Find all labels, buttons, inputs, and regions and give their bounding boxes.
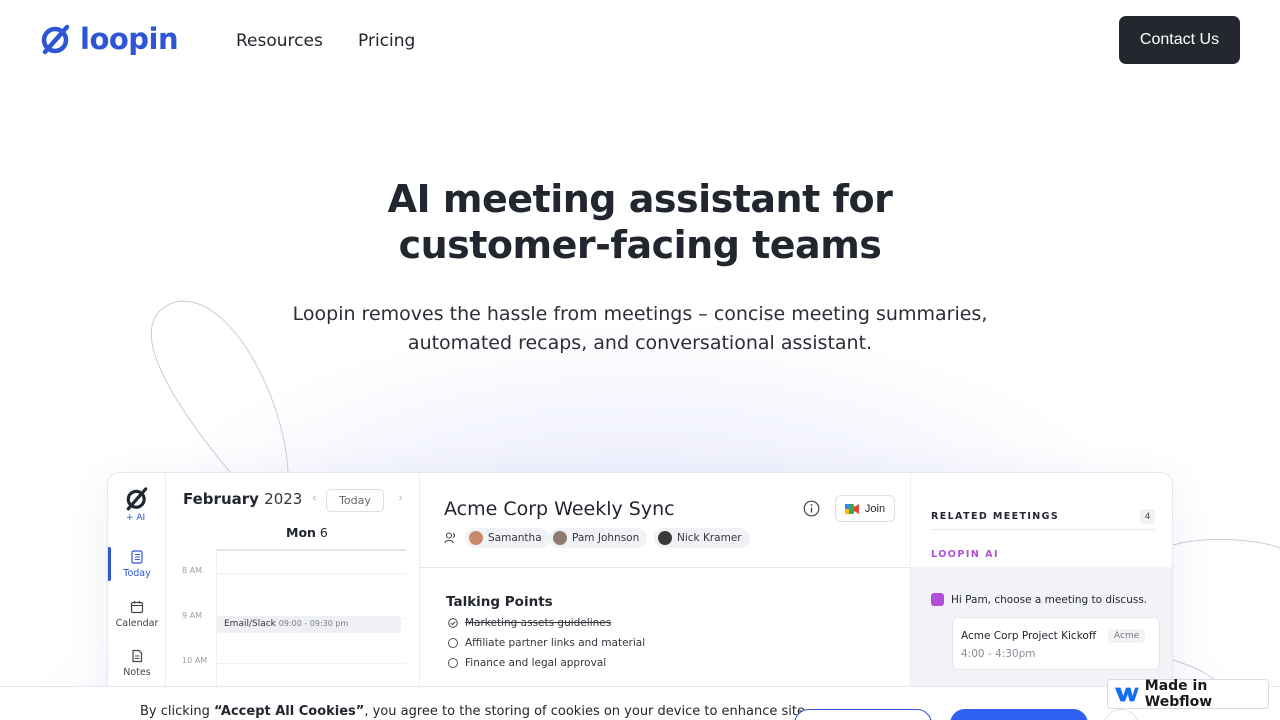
google-meet-icon xyxy=(844,503,859,514)
ai-message-text: Hi Pam, choose a meeting to discuss. xyxy=(951,593,1148,606)
time-label-9am: 9 AM xyxy=(182,611,203,620)
info-icon[interactable] xyxy=(803,500,820,517)
loopin-logo[interactable]: loopin xyxy=(40,22,179,56)
prev-arrow-icon[interactable]: ‹ xyxy=(312,491,317,506)
calendar-day-header: Mon 6 xyxy=(286,525,328,540)
hero-title-line-2: customer-facing teams xyxy=(398,223,882,267)
cookie-text: By clicking “Accept All Cookies”, you ag… xyxy=(140,704,805,719)
attendee-chip[interactable]: Samantha xyxy=(465,528,550,548)
day-name: Mon xyxy=(286,525,316,540)
attendee-chip[interactable]: Pam Johnson xyxy=(549,528,648,548)
loopin-ai-label: LOOPIN AI xyxy=(931,549,1000,560)
cookie-text-bold: “Accept All Cookies” xyxy=(214,704,365,719)
time-label-10am: 10 AM xyxy=(182,656,208,665)
talking-point-item[interactable]: Marketing assets guidelines xyxy=(448,617,611,629)
talking-points-title: Talking Points xyxy=(446,594,553,610)
loopin-logo-icon xyxy=(41,24,70,55)
next-arrow-icon[interactable]: › xyxy=(398,491,403,506)
hero-title-line-1: AI meeting assistant for xyxy=(387,177,893,221)
calendar-month-name: February xyxy=(183,490,259,508)
time-label-8am: 8 AM xyxy=(182,566,203,575)
related-meetings-count: 4 xyxy=(1140,509,1155,524)
empty-circle-icon xyxy=(448,658,458,668)
check-circle-icon xyxy=(448,618,458,628)
ai-message: Hi Pam, choose a meeting to discuss. xyxy=(931,593,1147,606)
event-time: 09:00 - 09:30 pm xyxy=(278,619,349,628)
notes-icon xyxy=(132,649,143,663)
rail-ai-label: + AI xyxy=(126,513,146,523)
webflow-badge-label: Made in Webflow xyxy=(1144,678,1213,710)
related-meetings-heading: RELATED MEETINGS xyxy=(931,511,1060,522)
calendar-icon xyxy=(130,601,144,614)
talking-point-text: Affiliate partner links and material xyxy=(465,637,646,649)
cookie-text-before: By clicking xyxy=(140,704,215,719)
today-button[interactable]: Today xyxy=(326,489,384,512)
grid-line xyxy=(216,663,406,664)
meeting-divider xyxy=(420,567,910,568)
rail-item-today-label: Today xyxy=(123,568,151,579)
rail-item-calendar-label: Calendar xyxy=(115,618,159,629)
accept-cookies-button[interactable] xyxy=(950,709,1088,720)
join-button-label: Join xyxy=(864,502,886,515)
talking-point-text: Marketing assets guidelines xyxy=(465,617,612,629)
avatar xyxy=(469,531,483,545)
talking-point-item[interactable]: Affiliate partner links and material xyxy=(448,637,645,649)
app-logo-icon xyxy=(126,487,148,511)
avatar xyxy=(658,531,672,545)
calendar-year: 2023 xyxy=(264,490,303,508)
contact-us-button[interactable]: Contact Us xyxy=(1119,16,1240,64)
event-name: Email/Slack xyxy=(224,619,276,629)
attendee-chip[interactable]: Nick Kramer xyxy=(654,528,750,548)
cookie-banner: By clicking “Accept All Cookies”, you ag… xyxy=(0,686,1280,720)
related-meeting-card[interactable]: Acme Corp Project Kickoff Acme 4:00 - 4:… xyxy=(952,617,1160,670)
related-meeting-time: 4:00 - 4:30pm xyxy=(961,648,1036,660)
top-nav: loopin Resources Pricing Contact Us xyxy=(0,0,1280,82)
cookie-close-button[interactable] xyxy=(1103,709,1139,720)
related-meeting-tag: Acme xyxy=(1108,629,1146,643)
webflow-icon xyxy=(1115,687,1139,701)
cookie-preferences-button[interactable] xyxy=(794,709,932,720)
made-in-webflow-badge[interactable]: Made in Webflow xyxy=(1107,678,1269,710)
cookie-text-after: , you agree to the storing of cookies on… xyxy=(364,704,805,719)
logo-text: loopin xyxy=(80,22,179,56)
empty-circle-icon xyxy=(448,638,458,648)
today-icon xyxy=(131,550,143,564)
attendee-name: Nick Kramer xyxy=(677,532,742,544)
calendar-month: February 2023 xyxy=(183,490,302,508)
hero-subtitle-line-2: automated recaps, and conversational ass… xyxy=(407,332,873,354)
talking-point-text: Finance and legal approval xyxy=(465,657,607,669)
loopin-ai-icon xyxy=(931,593,944,606)
app-preview: + AI Today Calendar Notes February 2023 … xyxy=(107,472,1173,720)
hero-title: AI meeting assistant for customer-facing… xyxy=(240,176,1040,268)
attendees-icon xyxy=(444,532,456,544)
app-side-rail: + AI Today Calendar Notes xyxy=(108,473,166,720)
attendee-name: Pam Johnson xyxy=(572,532,640,544)
rail-item-calendar[interactable]: Calendar xyxy=(108,600,166,629)
rail-item-notes[interactable]: Notes xyxy=(108,649,166,678)
join-button[interactable]: Join xyxy=(835,495,895,522)
talking-point-item[interactable]: Finance and legal approval xyxy=(448,657,606,669)
calendar-panel: February 2023 ‹ Today › Mon 6 8 AM 9 AM … xyxy=(166,473,420,720)
meeting-title: Acme Corp Weekly Sync xyxy=(444,498,675,520)
day-number: 6 xyxy=(319,525,328,540)
avatar xyxy=(553,531,567,545)
hero-subtitle-line-1: Loopin removes the hassle from meetings … xyxy=(292,303,988,325)
attendee-name: Samantha xyxy=(488,532,542,544)
side-divider xyxy=(931,529,1155,530)
rail-item-today[interactable]: Today xyxy=(108,550,166,579)
rail-item-notes-label: Notes xyxy=(123,667,151,678)
meeting-panel: Acme Corp Weekly Sync Join Samantha Pam … xyxy=(420,473,910,720)
calendar-event[interactable]: Email/Slack 09:00 - 09:30 pm xyxy=(217,616,401,633)
nav-link-pricing[interactable]: Pricing xyxy=(358,31,415,51)
grid-line xyxy=(216,573,406,574)
hero-subtitle: Loopin removes the hassle from meetings … xyxy=(240,300,1040,358)
nav-link-resources[interactable]: Resources xyxy=(236,31,323,51)
related-meeting-name: Acme Corp Project Kickoff xyxy=(961,630,1097,642)
